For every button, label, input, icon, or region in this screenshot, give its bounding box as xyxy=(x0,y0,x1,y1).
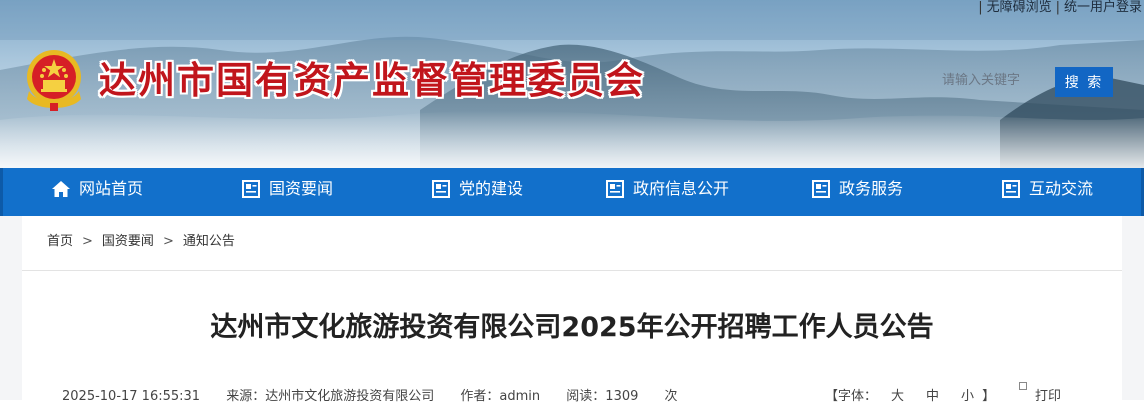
views-count: 1309 xyxy=(605,389,639,404)
nav-item-interaction[interactable]: 互动交流 xyxy=(1001,168,1093,216)
breadcrumb-separator: > xyxy=(162,234,174,249)
divider xyxy=(22,270,1122,271)
accessible-link[interactable]: 无障碍浏览 xyxy=(987,0,1052,15)
nav-label: 政务服务 xyxy=(839,179,904,198)
article-panel: 首页 > 国资要闻 > 通知公告 达州市文化旅游投资有限公司2025年公开招聘工作人员公… xyxy=(22,216,1122,404)
nav-label: 政府信息公开 xyxy=(633,179,730,198)
nav-label: 国资要闻 xyxy=(269,179,334,198)
nav-item-home[interactable]: 网站首页 xyxy=(51,168,143,216)
separator: | xyxy=(978,0,983,15)
font-size-label: 【字体： xyxy=(825,389,878,404)
font-size-small-button[interactable]: 小 xyxy=(961,389,974,404)
article-title: 达州市文化旅游投资有限公司2025年公开招聘工作人员公告 xyxy=(210,312,934,343)
breadcrumb-home[interactable]: 首页 xyxy=(47,234,73,249)
separator: | xyxy=(1055,0,1060,15)
print-label: 打印 xyxy=(1035,389,1062,404)
top-links: | 无障碍浏览 | 统一用户登录 xyxy=(974,0,1142,16)
views-unit: 次 xyxy=(664,389,678,404)
author-value: admin xyxy=(499,389,541,404)
print-button[interactable]: 打印 xyxy=(1019,382,1061,404)
document-icon xyxy=(812,180,830,198)
nav-label: 党的建设 xyxy=(459,179,524,198)
header-banner: |无障碍浏览|统一用户登录 达州市国有资产监督管理委员会 搜 索 xyxy=(0,0,1144,168)
publish-date: 2025-10-17 16:55:31 xyxy=(62,389,201,404)
source-value: 达州市文化旅游投资有限公司 xyxy=(265,389,435,404)
search-button[interactable]: 搜 索 xyxy=(1055,67,1113,97)
font-size-tools: 【字体： 大 中 小】 xyxy=(825,386,995,408)
breadcrumb-notices[interactable]: 通知公告 xyxy=(183,234,235,249)
font-size-medium-button[interactable]: 中 xyxy=(926,389,939,404)
breadcrumb: 首页 > 国资要闻 > 通知公告 xyxy=(47,232,235,252)
print-icon xyxy=(1019,382,1027,390)
document-icon xyxy=(1002,180,1020,198)
nav-label: 网站首页 xyxy=(79,179,144,198)
author-label: 作者： xyxy=(460,389,500,404)
nav-item-news[interactable]: 国资要闻 xyxy=(241,168,333,216)
breadcrumb-news[interactable]: 国资要闻 xyxy=(102,234,154,249)
source-label: 来源： xyxy=(226,389,266,404)
document-icon xyxy=(432,180,450,198)
breadcrumb-separator: > xyxy=(82,234,93,249)
nav-item-gov-services[interactable]: 政务服务 xyxy=(811,168,903,216)
font-size-large-button[interactable]: 大 xyxy=(891,389,904,404)
site-title: 达州市国有资产监督管理委员会 xyxy=(99,59,645,102)
font-size-close: 】 xyxy=(982,389,996,404)
nav-item-party-building[interactable]: 党的建设 xyxy=(431,168,523,216)
main-nav: 网站首页 国资要闻 党的建设 政府信息公开 政务服务 互动交流 xyxy=(0,168,1144,216)
national-emblem-icon xyxy=(27,50,81,111)
views-label: 阅读： xyxy=(566,389,606,404)
document-icon xyxy=(606,180,624,198)
home-icon xyxy=(52,181,70,197)
article-meta: 2025-10-17 16:55:31 来源：达州市文化旅游投资有限公司 作者：… xyxy=(62,386,700,408)
nav-label: 互动交流 xyxy=(1029,179,1094,198)
news-icon xyxy=(242,180,260,198)
search-input[interactable] xyxy=(934,66,1046,94)
nav-item-gov-info[interactable]: 政府信息公开 xyxy=(605,168,729,216)
login-link[interactable]: 统一用户登录 xyxy=(1064,0,1142,15)
content-area: 首页 > 国资要闻 > 通知公告 达州市文化旅游投资有限公司2025年公开招聘工作人员公… xyxy=(0,216,1144,404)
